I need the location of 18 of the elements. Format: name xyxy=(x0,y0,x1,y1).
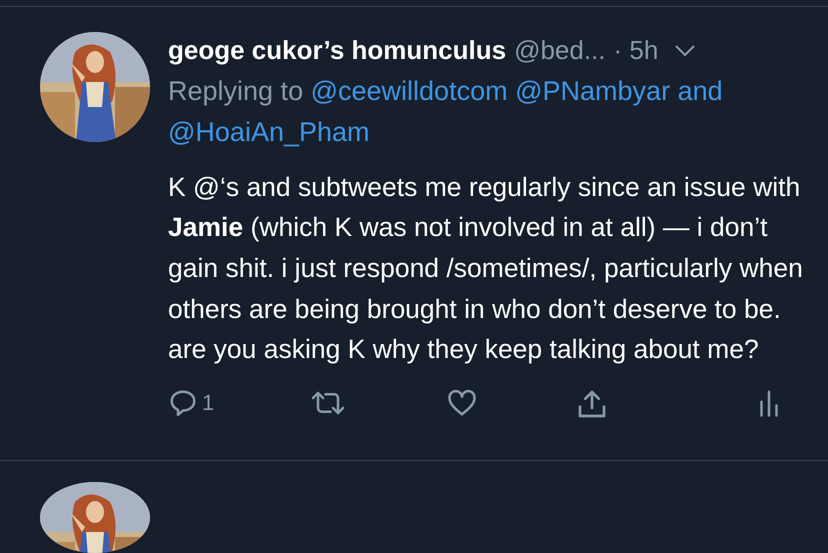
reply-button[interactable]: 1 xyxy=(168,388,214,418)
replying-to-text: Replying to @ceewilldotcom @PNambyar and @HoaiAn_Pham xyxy=(168,74,724,149)
like-button[interactable] xyxy=(446,388,478,418)
tweet-time: · 5h xyxy=(614,35,658,66)
analytics-icon xyxy=(758,388,780,418)
chevron-icon[interactable] xyxy=(674,44,696,58)
analytics-button[interactable] xyxy=(758,388,780,418)
mention-link[interactable]: @ceewilldotcom xyxy=(310,76,508,106)
share-button[interactable] xyxy=(576,388,608,420)
reply-count: 1 xyxy=(202,390,214,416)
heart-icon xyxy=(446,388,478,418)
author-name[interactable]: geoge cukor’s homunculus xyxy=(168,35,506,66)
mention-link[interactable]: @PNambyar xyxy=(515,76,670,106)
mention-link[interactable]: @HoaiAn_Pham xyxy=(168,116,370,147)
author-handle: @bed... xyxy=(514,35,606,66)
share-icon xyxy=(576,388,608,420)
reply-icon xyxy=(168,388,198,418)
tweet-text: K @‘s and subtweets me regularly since an issue with Jamie (which K was not involved in at all) — i don’t gain shit. i just respond /sometimes/, particularly when others are being brought in who don’t deserve to be. are you asking K why they keep talking about me? xyxy=(168,170,804,366)
